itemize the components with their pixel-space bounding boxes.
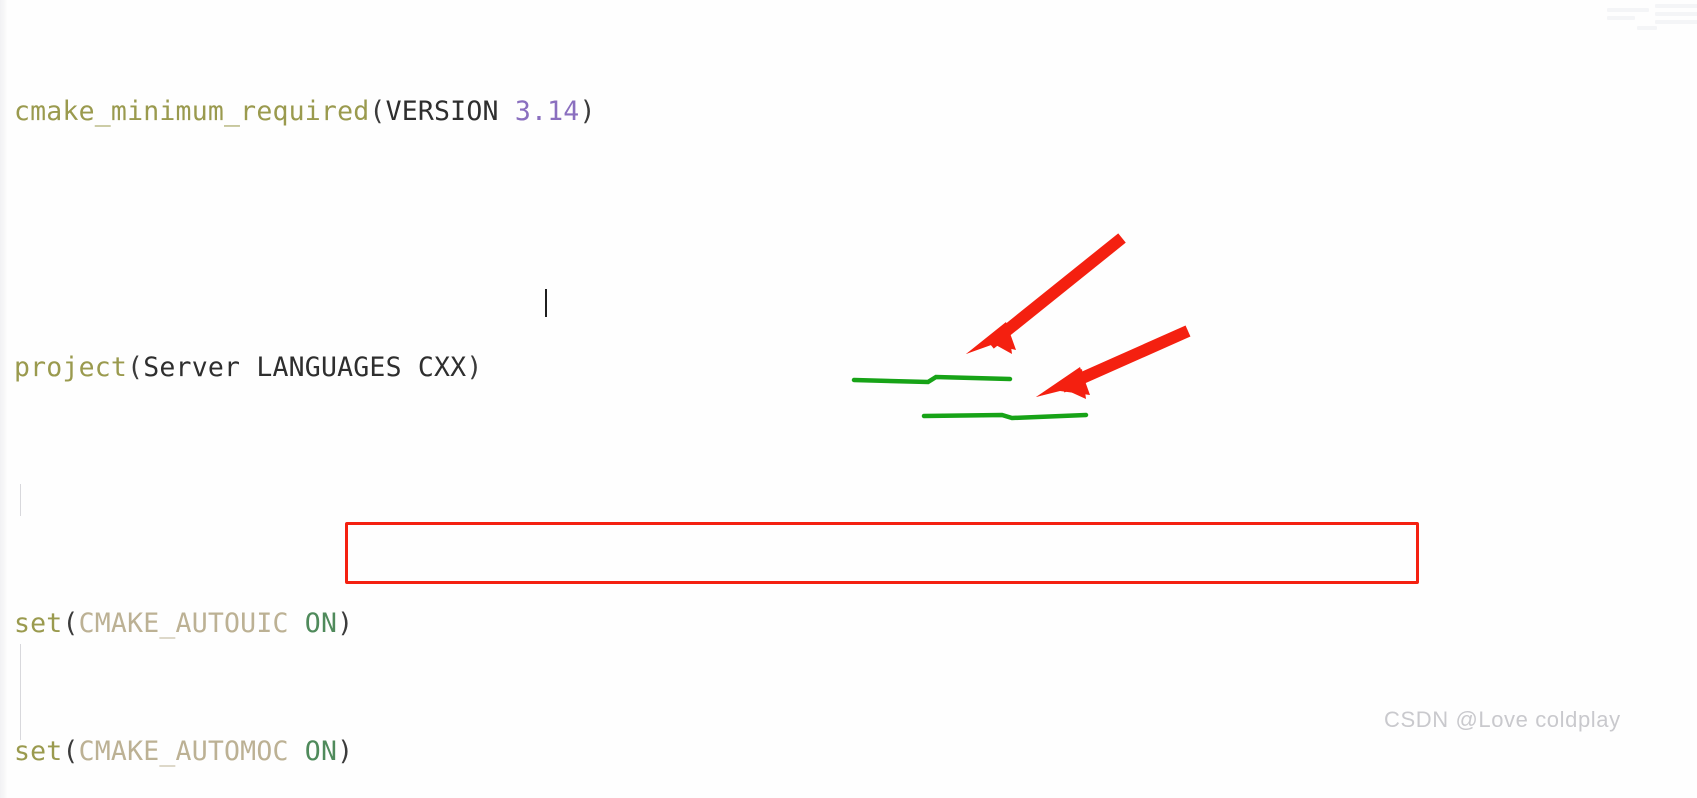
- red-box-target-link-libraries: [345, 522, 1419, 584]
- editor-gutter-edge: [0, 0, 7, 798]
- token-keyword: ON: [304, 608, 338, 639]
- token-args: Server LANGUAGES CXX: [143, 352, 467, 383]
- token-variable: CMAKE_AUTOMOC: [78, 736, 289, 767]
- code-line-3[interactable]: project(Server LANGUAGES CXX): [14, 352, 1500, 384]
- token-variable: CMAKE_AUTOUIC: [78, 608, 289, 639]
- token-keyword: ON: [304, 736, 338, 767]
- token-command: set: [14, 608, 63, 639]
- token-command: set: [14, 736, 63, 767]
- token-arg: VERSION: [385, 96, 499, 127]
- token-command: project: [14, 352, 128, 383]
- editor-screenshot: cmake_minimum_required(VERSION 3.14) pro…: [0, 0, 1697, 798]
- code-line-1[interactable]: cmake_minimum_required(VERSION 3.14): [14, 96, 1500, 128]
- code-editor-pane[interactable]: cmake_minimum_required(VERSION 3.14) pro…: [0, 0, 1697, 798]
- csdn-watermark: CSDN @Love coldplay: [1384, 707, 1621, 732]
- code-line-6[interactable]: set(CMAKE_AUTOMOC ON): [14, 736, 1500, 768]
- code-line-5[interactable]: set(CMAKE_AUTOUIC ON): [14, 608, 1500, 640]
- token-number: 3.14: [514, 96, 580, 127]
- editor-minimap[interactable]: [1497, 0, 1697, 34]
- token-command: cmake_minimum_required: [14, 96, 370, 127]
- code-content[interactable]: cmake_minimum_required(VERSION 3.14) pro…: [14, 0, 1500, 798]
